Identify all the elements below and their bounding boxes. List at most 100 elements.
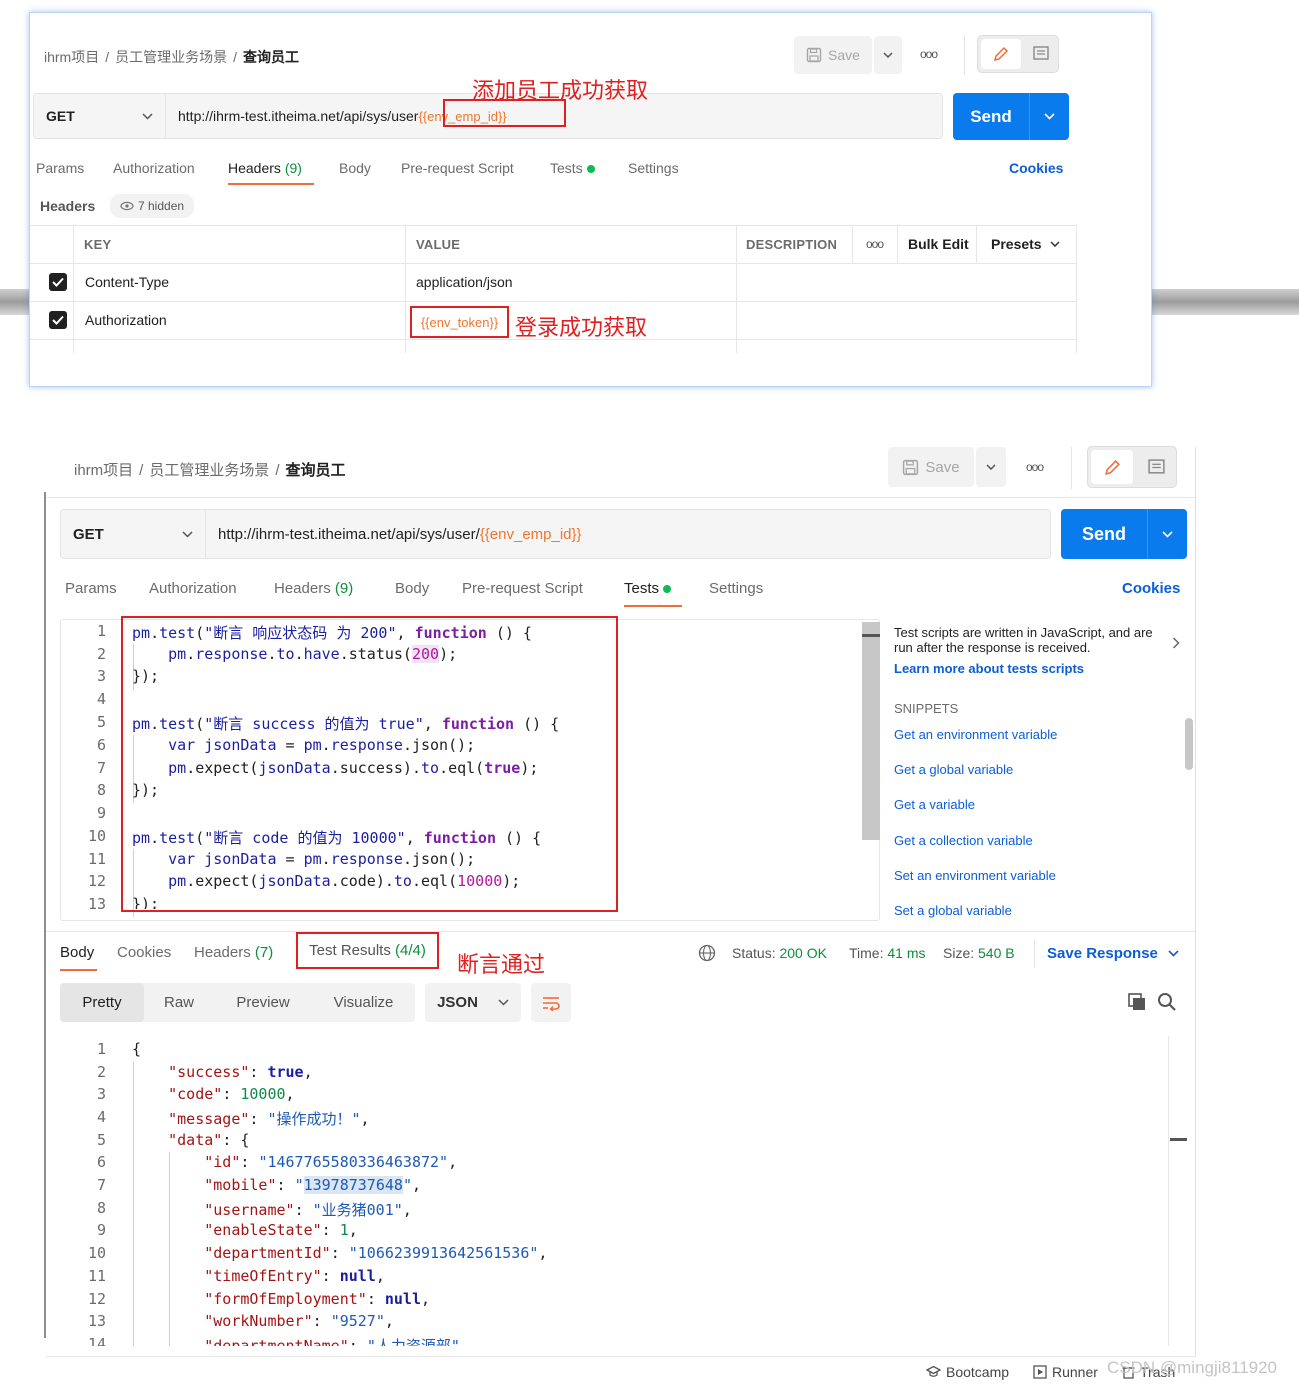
url-input[interactable]: http://ihrm-test.itheima.net/api/sys/use… <box>206 509 1051 559</box>
snippet-item[interactable]: Get a global variable <box>894 762 1013 777</box>
send-options-button[interactable] <box>1147 509 1187 559</box>
status-field[interactable]: Status: 200 OK <box>732 945 827 961</box>
presets-button[interactable]: Presets <box>991 236 1060 252</box>
tests-info: Test scripts are written in JavaScript, … <box>894 625 1153 655</box>
method-label: GET <box>73 525 104 543</box>
search-icon[interactable] <box>1157 992 1177 1015</box>
header-key[interactable]: Content-Type <box>85 274 169 290</box>
view-toggle[interactable] <box>977 35 1059 73</box>
edit-mode-button[interactable] <box>981 39 1021 69</box>
globe-icon[interactable] <box>698 944 716 965</box>
chevron-down-icon <box>1168 950 1179 957</box>
tab-prerequest[interactable]: Pre-request Script <box>401 160 514 176</box>
breadcrumb-folder[interactable]: 员工管理业务场景 <box>149 462 269 479</box>
request-panel-headers: ihrm项目 / 员工管理业务场景 / 查询员工 Save ooo GET http:/… <box>29 12 1152 387</box>
method-select[interactable]: GET <box>60 509 206 559</box>
tab-tests[interactable]: Tests <box>624 580 672 597</box>
time-field[interactable]: Time: 41 ms <box>849 945 926 961</box>
url-variable: {{env_emp_id}} <box>479 525 582 543</box>
save-button[interactable]: Save <box>794 36 872 74</box>
view-raw[interactable]: Raw <box>144 983 214 1022</box>
view-toggle[interactable] <box>1087 446 1177 488</box>
bootcamp-button[interactable]: Bootcamp <box>926 1364 1009 1380</box>
tab-tests[interactable]: Tests <box>550 160 595 176</box>
size-field[interactable]: Size: 540 B <box>943 945 1015 961</box>
header-key[interactable]: Authorization <box>85 312 167 328</box>
save-options-button[interactable] <box>874 36 902 74</box>
header-value[interactable]: application/json <box>416 274 513 290</box>
response-view-segment[interactable]: Pretty Raw Preview Visualize <box>60 983 415 1022</box>
tab-headers[interactable]: Headers (9) <box>228 160 302 176</box>
comments-button[interactable] <box>1136 447 1176 487</box>
snippet-item[interactable]: Get an environment variable <box>894 727 1057 742</box>
save-button[interactable]: Save <box>888 447 974 487</box>
hidden-headers-toggle[interactable]: 7 hidden <box>110 194 195 218</box>
response-tab-test-results[interactable]: Test Results (4/4) <box>296 932 439 969</box>
snippet-item[interactable]: Set a global variable <box>894 903 1012 918</box>
collapse-panel-button[interactable] <box>1172 636 1180 652</box>
copy-icon[interactable] <box>1127 992 1147 1015</box>
column-options-button[interactable]: ooo <box>866 237 884 251</box>
runner-button[interactable]: Runner <box>1033 1364 1098 1380</box>
tab-settings[interactable]: Settings <box>709 580 763 597</box>
more-options-button[interactable]: ooo <box>1026 460 1044 474</box>
tab-headers-label: Headers <box>228 160 281 176</box>
chevron-down-icon <box>142 112 153 120</box>
test-results-label: Test Results <box>309 942 391 959</box>
runner-icon <box>1033 1365 1047 1379</box>
breadcrumb-project[interactable]: ihrm项目 <box>44 49 99 65</box>
url-base: http://ihrm-test.itheima.net/api/sys/use… <box>218 525 480 543</box>
format-select[interactable]: JSON <box>425 983 521 1022</box>
view-pretty[interactable]: Pretty <box>60 983 144 1022</box>
tab-params[interactable]: Params <box>36 160 84 176</box>
window-edge <box>1195 447 1196 1357</box>
divider <box>46 931 1195 932</box>
send-options-button[interactable] <box>1029 93 1069 140</box>
bulk-edit-button[interactable]: Bulk Edit <box>908 236 969 252</box>
header-enabled-checkbox[interactable] <box>49 273 67 291</box>
tab-body[interactable]: Body <box>395 580 429 597</box>
comments-button[interactable] <box>1024 36 1058 72</box>
tab-settings[interactable]: Settings <box>628 160 679 176</box>
snippet-item[interactable]: Set an environment variable <box>894 868 1056 883</box>
column-value: VALUE <box>416 237 461 252</box>
chevron-down-icon <box>1044 113 1055 120</box>
wrap-icon <box>543 996 560 1011</box>
pencil-icon <box>1104 459 1120 475</box>
save-response-button[interactable]: Save Response <box>1047 945 1179 962</box>
view-visualize[interactable]: Visualize <box>312 983 415 1022</box>
response-tab-cookies[interactable]: Cookies <box>117 944 171 961</box>
snippet-item[interactable]: Get a variable <box>894 797 975 812</box>
scrollbar-marker <box>1170 1138 1187 1141</box>
tab-tests-label: Tests <box>550 160 583 176</box>
breadcrumb-folder[interactable]: 员工管理业务场景 <box>115 49 227 65</box>
tab-prerequest[interactable]: Pre-request Script <box>462 580 583 597</box>
breadcrumb-project[interactable]: ihrm项目 <box>74 462 133 479</box>
send-button[interactable]: Send <box>1061 509 1187 559</box>
response-tab-headers[interactable]: Headers (7) <box>194 944 273 961</box>
method-select[interactable]: GET <box>33 93 166 139</box>
response-body[interactable]: 1 2 3 4 5 6 7 8 9 10 11 12 13 14 { "succ… <box>60 1040 1160 1346</box>
header-enabled-checkbox[interactable] <box>49 311 67 329</box>
wrap-lines-button[interactable] <box>531 983 571 1022</box>
learn-more-link[interactable]: Learn more about tests scripts <box>894 661 1084 676</box>
cookies-link[interactable]: Cookies <box>1122 580 1180 597</box>
tab-headers[interactable]: Headers (9) <box>274 580 353 597</box>
tab-authorization[interactable]: Authorization <box>149 580 237 597</box>
snippet-item[interactable]: Get a collection variable <box>894 833 1033 848</box>
size-label: Size: <box>943 945 975 961</box>
snippets-scrollbar[interactable] <box>1185 718 1193 770</box>
tab-authorization[interactable]: Authorization <box>113 160 195 176</box>
editor-scrollbar[interactable] <box>862 622 880 840</box>
tab-params[interactable]: Params <box>65 580 117 597</box>
more-options-button[interactable]: ooo <box>920 47 938 61</box>
view-preview[interactable]: Preview <box>214 983 312 1022</box>
header-value[interactable]: {{env_token}} <box>421 315 498 330</box>
tab-body[interactable]: Body <box>339 160 371 176</box>
response-tab-body[interactable]: Body <box>60 944 94 961</box>
cookies-link[interactable]: Cookies <box>1009 160 1063 176</box>
save-options-button[interactable] <box>976 447 1006 487</box>
send-button[interactable]: Send <box>953 93 1069 140</box>
tab-headers-label: Headers <box>274 580 331 597</box>
edit-mode-button[interactable] <box>1091 450 1133 484</box>
